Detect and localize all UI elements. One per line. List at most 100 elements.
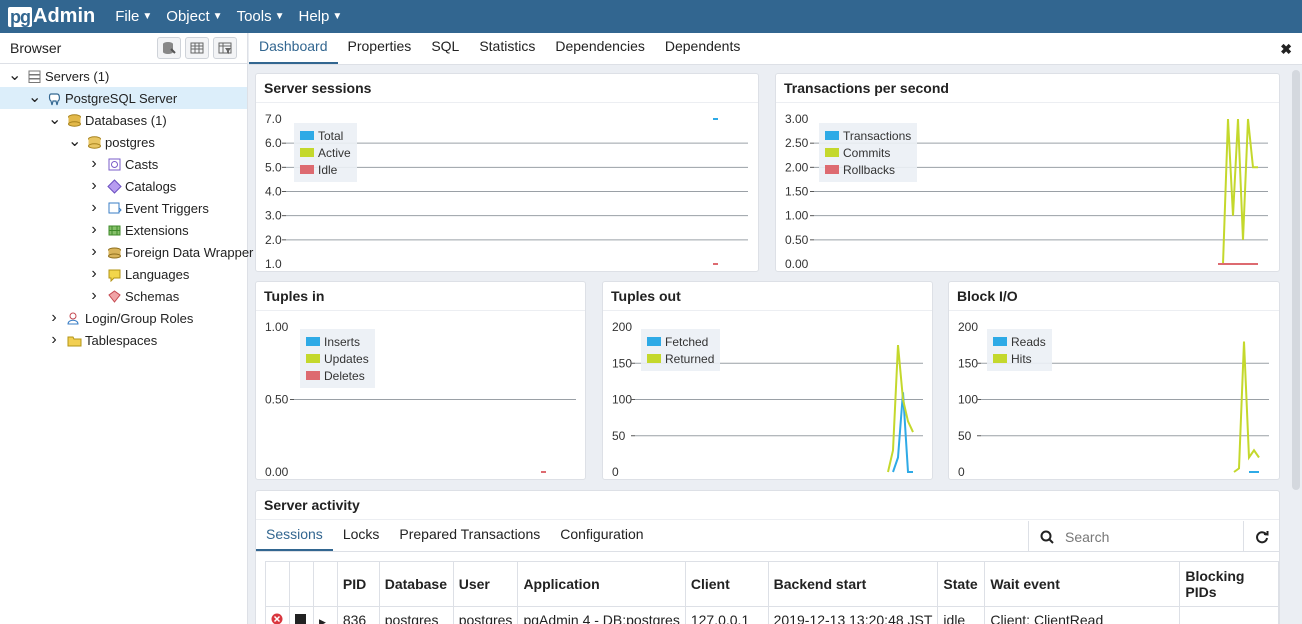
column-header[interactable]: Backend start xyxy=(767,561,939,607)
column-header[interactable] xyxy=(312,561,338,607)
chevron-down-icon[interactable]: ⌄ xyxy=(68,134,81,150)
chevron-right-icon[interactable]: › xyxy=(88,222,100,238)
tree-item-tablespaces[interactable]: › Tablespaces xyxy=(48,329,157,351)
legend-item: Hits xyxy=(993,350,1046,367)
tab-locks[interactable]: Locks xyxy=(333,526,390,551)
tree-item-login-group-roles[interactable]: › Login/Group Roles xyxy=(48,307,193,329)
cancel-query-icon[interactable] xyxy=(294,613,306,624)
menu-tools-label: Tools xyxy=(236,8,272,25)
activity-search xyxy=(1028,521,1243,552)
legend-label: Rollbacks xyxy=(843,162,896,177)
table-cell xyxy=(1179,606,1279,624)
tree-item-catalogs[interactable]: › Catalogs xyxy=(88,175,176,197)
tree-item-schemas[interactable]: › Schemas xyxy=(88,285,179,307)
tree-item-label: Schemas xyxy=(125,288,180,304)
tree-item-label: Servers (1) xyxy=(45,68,110,84)
tab-dependents[interactable]: Dependents xyxy=(655,38,751,64)
column-header[interactable]: Application xyxy=(517,561,686,607)
cancel-cell[interactable] xyxy=(288,606,314,624)
menu-tools[interactable]: Tools ▼ xyxy=(237,8,285,25)
tree-item-extensions[interactable]: › Extensions xyxy=(88,219,188,241)
chevron-right-icon[interactable]: › xyxy=(88,244,100,260)
legend-label: Deletes xyxy=(324,368,365,383)
menu-object[interactable]: Object ▼ xyxy=(166,8,222,25)
filtered-rows-button[interactable] xyxy=(213,37,237,59)
y-tick-label: 6.0 xyxy=(265,136,282,150)
refresh-button[interactable] xyxy=(1243,521,1279,552)
y-tick-label: 50 xyxy=(612,429,626,443)
expand-row-icon[interactable]: ▶ xyxy=(319,617,326,624)
transactions-panel: Transactions per second 3.00 2.50 2.00 1.50… xyxy=(775,73,1280,272)
logo-admin: Admin xyxy=(33,5,96,27)
column-header[interactable]: State xyxy=(937,561,986,607)
chevron-down-icon[interactable]: ⌄ xyxy=(8,68,21,84)
tree-item-casts[interactable]: › Casts xyxy=(88,153,158,175)
table-cell: postgres xyxy=(452,606,519,624)
foreign-data-wrapper-icon xyxy=(106,244,122,260)
y-tick-label: 1.00 xyxy=(265,320,289,334)
menu-help[interactable]: Help ▼ xyxy=(299,8,343,25)
table-cell: postgres xyxy=(378,606,454,624)
chevron-right-icon[interactable]: › xyxy=(88,266,100,282)
tree-item-postgres[interactable]: ⌄ postgres xyxy=(68,131,155,153)
chevron-right-icon[interactable]: › xyxy=(88,200,100,216)
tree-item-label: PostgreSQL Server xyxy=(65,90,178,106)
tree-item-foreign-data-wrapper[interactable]: › Foreign Data Wrapper xyxy=(88,241,253,263)
legend-swatch xyxy=(300,148,314,157)
column-header[interactable]: User xyxy=(452,561,519,607)
search-input[interactable] xyxy=(1065,528,1225,545)
chevron-right-icon[interactable]: › xyxy=(88,288,100,304)
chart-legend: Reads Hits xyxy=(987,329,1052,371)
tab-sessions[interactable]: Sessions xyxy=(256,526,333,551)
tab-dashboard[interactable]: Dashboard xyxy=(249,38,338,64)
column-header[interactable]: Database xyxy=(378,561,454,607)
terminate-session-icon[interactable] xyxy=(271,613,283,624)
column-header[interactable] xyxy=(265,561,290,607)
chevron-down-icon[interactable]: ⌄ xyxy=(48,112,61,128)
y-tick-label: 2.00 xyxy=(785,160,809,174)
y-tick-label: 7.0 xyxy=(265,112,282,126)
schemas-icon xyxy=(106,288,122,304)
table-cell: idle xyxy=(937,606,986,624)
legend-item: Total xyxy=(300,127,351,144)
logo-pg: pg xyxy=(8,6,32,27)
y-tick-label: 200 xyxy=(958,320,978,334)
legend-swatch xyxy=(647,337,661,346)
column-header[interactable]: Client xyxy=(684,561,769,607)
table-header-row: PID Database User Application Client Backend … xyxy=(265,561,1279,607)
terminate-cell[interactable] xyxy=(265,606,290,624)
chevron-right-icon[interactable]: › xyxy=(48,332,60,348)
menu-file[interactable]: File ▼ xyxy=(115,8,152,25)
y-tick-label: 2.0 xyxy=(265,233,282,247)
expand-cell[interactable]: ▶ xyxy=(312,606,338,624)
chevron-right-icon[interactable]: › xyxy=(88,178,100,194)
tree-item-languages[interactable]: › Languages xyxy=(88,263,189,285)
tab-properties[interactable]: Properties xyxy=(338,38,422,64)
tree-item-label: Catalogs xyxy=(125,178,177,194)
pgadmin-logo[interactable]: pg Admin xyxy=(8,5,95,28)
column-header[interactable]: Wait event xyxy=(984,561,1181,607)
legend-item: Transactions xyxy=(825,127,911,144)
y-tick-label: 3.00 xyxy=(785,112,809,126)
table-row[interactable]: ▶ 836 postgres postgres pgAdmin 4 - DB:postg… xyxy=(265,606,1279,624)
column-header[interactable]: Blocking PIDs xyxy=(1179,561,1279,607)
column-header[interactable]: PID xyxy=(336,561,380,607)
view-data-button[interactable] xyxy=(185,37,209,59)
query-tool-button[interactable] xyxy=(157,37,181,59)
tab-dependencies[interactable]: Dependencies xyxy=(545,38,655,64)
tree-item-servers-1[interactable]: ⌄ Servers (1) xyxy=(8,65,109,87)
tree-item-event-triggers[interactable]: › Event Triggers xyxy=(88,197,209,219)
tab-prepared-transactions[interactable]: Prepared Transactions xyxy=(389,526,550,551)
close-icon[interactable]: ✖ xyxy=(1280,41,1292,58)
chevron-right-icon[interactable]: › xyxy=(88,156,100,172)
chevron-right-icon[interactable]: › xyxy=(48,310,60,326)
dashboard-scrollbar[interactable] xyxy=(1292,70,1300,490)
column-header[interactable] xyxy=(288,561,314,607)
database-icon xyxy=(86,134,102,150)
tab-statistics[interactable]: Statistics xyxy=(469,38,545,64)
chevron-down-icon[interactable]: ⌄ xyxy=(28,90,41,106)
tree-item-postgresql-server[interactable]: ⌄ PostgreSQL Server xyxy=(28,87,177,109)
tab-sql[interactable]: SQL xyxy=(421,38,469,64)
tree-item-databases-1[interactable]: ⌄ Databases (1) xyxy=(48,109,167,131)
tab-configuration[interactable]: Configuration xyxy=(550,526,653,551)
